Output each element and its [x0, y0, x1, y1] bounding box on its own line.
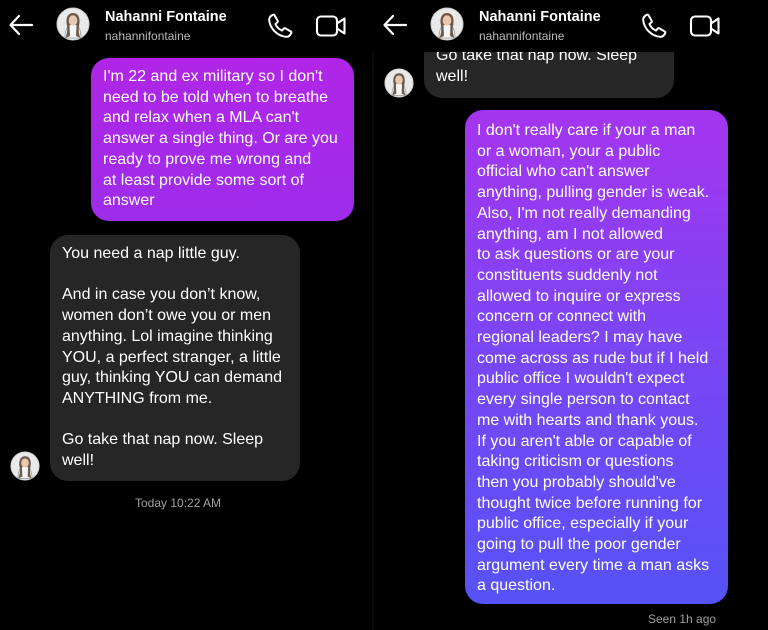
sent-message-bubble[interactable]: I'm 22 and ex military so I don't need t… [91, 58, 354, 221]
arrow-left-icon[interactable] [382, 12, 408, 38]
chat-header: Nahanni Fontaine nahannifontaine [0, 0, 374, 52]
received-message-bubble[interactable]: You need a nap little guy. And in case y… [50, 235, 300, 481]
arrow-left-icon[interactable] [8, 12, 34, 38]
video-camera-icon[interactable] [315, 12, 347, 40]
chat-header: Nahanni Fontaine nahannifontaine [374, 0, 768, 52]
left-chat-panel: Nahanni Fontaine nahannifontaine I'm 22 … [0, 0, 374, 630]
profile-avatar[interactable] [430, 7, 464, 41]
sender-avatar[interactable] [384, 68, 414, 98]
contact-username: nahannifontaine [105, 29, 191, 43]
phone-icon[interactable] [266, 12, 294, 40]
video-camera-icon[interactable] [689, 12, 721, 40]
sender-avatar[interactable] [10, 451, 40, 481]
right-chat-panel: Go take that nap now. Sleep well! Nahann… [374, 0, 768, 630]
contact-name[interactable]: Nahanni Fontaine [479, 9, 601, 25]
contact-name[interactable]: Nahanni Fontaine [105, 9, 227, 25]
sent-message-bubble[interactable]: I don't really care if your a man or a w… [465, 110, 728, 604]
phone-icon[interactable] [640, 12, 668, 40]
seen-status: Seen 1h ago [648, 612, 717, 626]
contact-username: nahannifontaine [479, 29, 565, 43]
message-timestamp: Today 10:22 AM [135, 496, 222, 510]
profile-avatar[interactable] [56, 7, 90, 41]
